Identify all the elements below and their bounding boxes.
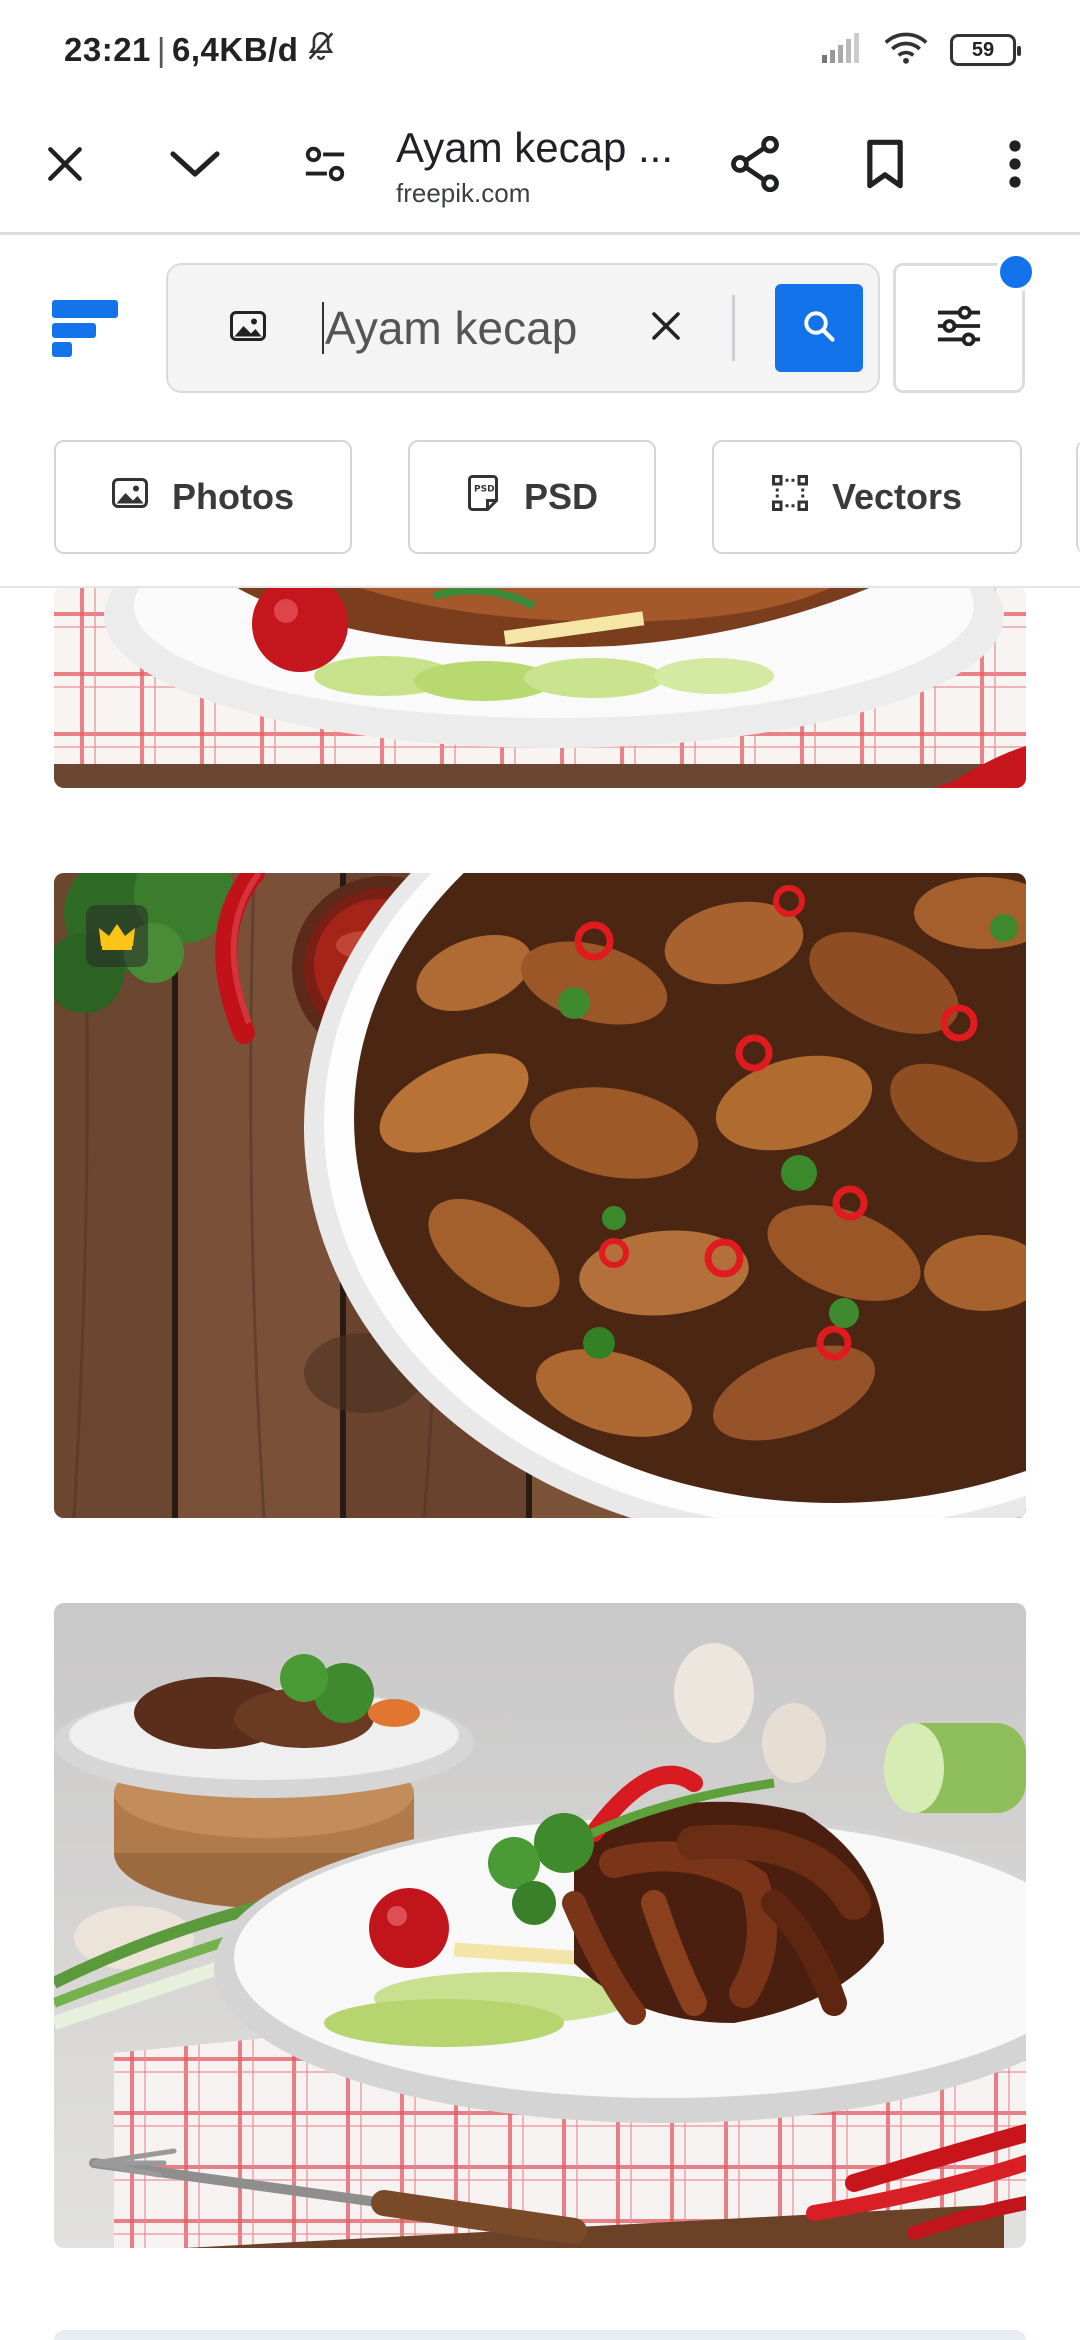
svg-text:PSD: PSD	[474, 484, 495, 494]
minimize-tab-button[interactable]	[130, 99, 260, 234]
more-options-button[interactable]	[950, 99, 1080, 234]
premium-badge	[86, 905, 148, 967]
image-search-icon	[230, 310, 266, 347]
wifi-icon	[884, 31, 928, 70]
results-list	[0, 588, 1080, 2340]
chevron-down-icon	[169, 146, 221, 187]
result-image-1	[54, 588, 1026, 788]
vector-nodes-icon	[771, 474, 808, 520]
search-submit-button[interactable]	[775, 284, 863, 372]
result-card-2[interactable]	[54, 873, 1026, 1518]
share-icon	[729, 135, 781, 197]
page-domain: freepik.com	[396, 177, 531, 208]
page-title-area[interactable]: Ayam kecap ... freepik.com	[390, 124, 690, 209]
signal-icon	[820, 32, 862, 68]
bell-off-icon	[304, 29, 338, 71]
psd-file-icon: PSD	[466, 474, 500, 520]
asset-type-chips: Photos PSD PSD Vectors	[54, 440, 1022, 554]
more-vert-icon	[1008, 139, 1022, 193]
battery-level: 59	[971, 38, 995, 61]
bookmark-button[interactable]	[820, 99, 950, 234]
status-bar: 23:21 | 6,4KB/d 59	[0, 0, 1080, 100]
photo-icon	[112, 476, 148, 518]
filters-button[interactable]	[893, 252, 1036, 393]
chip-overflow-edge	[1076, 440, 1080, 554]
image-search-button[interactable]	[218, 310, 278, 347]
chip-psd-label: PSD	[523, 476, 599, 517]
chip-vectors[interactable]: Vectors	[712, 440, 1022, 554]
result-image-2	[54, 873, 1026, 1518]
clear-icon	[648, 308, 684, 349]
share-button[interactable]	[690, 99, 820, 234]
chip-photos[interactable]: Photos	[54, 440, 352, 554]
site-settings-icon	[302, 144, 348, 189]
search-divider	[732, 295, 735, 361]
chip-photos-label: Photos	[172, 476, 294, 517]
chip-vectors-label: Vectors	[831, 476, 963, 517]
chip-psd[interactable]: PSD PSD	[408, 440, 656, 554]
search-box: Ayam kecap	[166, 263, 880, 393]
search-icon	[801, 308, 837, 349]
result-card-3[interactable]	[54, 1603, 1026, 2248]
freepik-logo[interactable]	[52, 296, 118, 363]
status-right: 59	[820, 31, 1021, 70]
close-icon	[43, 142, 87, 191]
status-separator: |	[156, 31, 166, 68]
site-settings-button[interactable]	[260, 99, 390, 234]
bookmark-icon	[865, 138, 905, 195]
result-card-4-edge[interactable]	[54, 2330, 1026, 2340]
filter-sliders-icon	[936, 305, 982, 351]
filter-notification-dot	[996, 252, 1036, 292]
close-tab-button[interactable]	[0, 99, 130, 234]
status-left: 23:21 | 6,4KB/d	[64, 29, 338, 71]
text-cursor	[322, 302, 324, 354]
status-network-speed: 6,4KB/d	[171, 31, 299, 68]
search-query: Ayam kecap	[325, 302, 578, 354]
result-image-3	[54, 1603, 1026, 2248]
result-card-1[interactable]	[54, 588, 1026, 788]
status-time: 23:21	[64, 31, 151, 68]
crown-icon	[99, 922, 135, 950]
battery-icon: 59	[950, 34, 1021, 66]
search-input[interactable]: Ayam kecap	[322, 298, 622, 358]
page-title: Ayam kecap ...	[396, 123, 674, 171]
custom-tab-toolbar: Ayam kecap ... freepik.com	[0, 100, 1080, 235]
clear-search-button[interactable]	[636, 298, 696, 358]
